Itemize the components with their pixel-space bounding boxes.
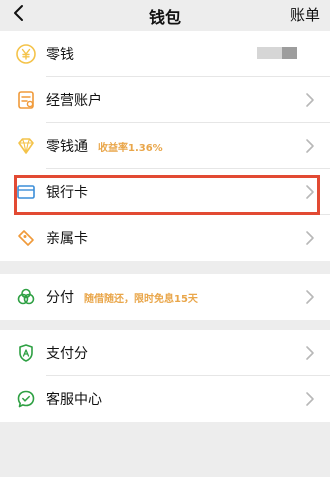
menu-item-label: 亲属卡 (46, 231, 88, 247)
shield-a-icon (15, 342, 37, 364)
diamond-icon (15, 135, 37, 157)
menu-item-change[interactable]: 零钱 (0, 31, 330, 77)
chevron-right-icon (304, 183, 316, 201)
menu-item-label: 客服中心 (46, 392, 102, 408)
wallet-section-main: 零钱 经营账户 零钱通 收益率1.36% 银行卡 亲属卡 (0, 31, 330, 261)
tag-icon (15, 227, 37, 249)
chevron-right-icon (304, 91, 316, 109)
menu-item-label: 银行卡 (46, 185, 88, 201)
menu-item-bank-card[interactable]: 银行卡 (0, 169, 330, 215)
wallet-section-service: 支付分 客服中心 (0, 330, 330, 422)
balance-masked (257, 47, 297, 59)
wallet-screen: 钱包 账单 零钱 经营账户 零钱通 收益率1.36% 银行卡 亲属卡 分付 随借… (0, 0, 330, 477)
menu-item-label: 零钱通 收益率1.36% (46, 136, 163, 156)
menu-item-label: 支付分 (46, 346, 88, 362)
chevron-right-icon (304, 229, 316, 247)
menu-item-label: 零钱 (46, 47, 74, 63)
chevron-right-icon (304, 390, 316, 408)
menu-item-label: 分付 随借随还，限时免息15天 (46, 287, 198, 307)
card-icon (15, 181, 37, 203)
menu-item-family-card[interactable]: 亲属卡 (0, 215, 330, 261)
menu-item-title: 零钱通 (46, 139, 88, 155)
top-bar: 钱包 账单 (0, 0, 330, 28)
menu-item-pay-score[interactable]: 支付分 (0, 330, 330, 376)
menu-item-installment[interactable]: 分付 随借随还，限时免息15天 (0, 274, 330, 320)
menu-item-title: 分付 (46, 290, 74, 306)
yield-rate-text: 收益率1.36% (98, 143, 163, 154)
building-icon (15, 89, 37, 111)
chat-check-icon (15, 388, 37, 410)
yen-coin-icon (15, 43, 37, 65)
chevron-right-icon (304, 344, 316, 362)
wallet-section-credit: 分付 随借随还，限时免息15天 (0, 274, 330, 320)
menu-item-customer-service[interactable]: 客服中心 (0, 376, 330, 422)
chevron-right-icon (304, 288, 316, 306)
menu-item-business-account[interactable]: 经营账户 (0, 77, 330, 123)
chevron-right-icon (304, 137, 316, 155)
menu-item-label: 经营账户 (46, 93, 102, 109)
menu-item-fund[interactable]: 零钱通 收益率1.36% (0, 123, 330, 169)
promo-text: 随借随还，限时免息15天 (84, 294, 198, 305)
bill-button[interactable]: 账单 (290, 4, 320, 25)
link-circles-icon (15, 286, 37, 308)
page-title: 钱包 (148, 8, 181, 27)
